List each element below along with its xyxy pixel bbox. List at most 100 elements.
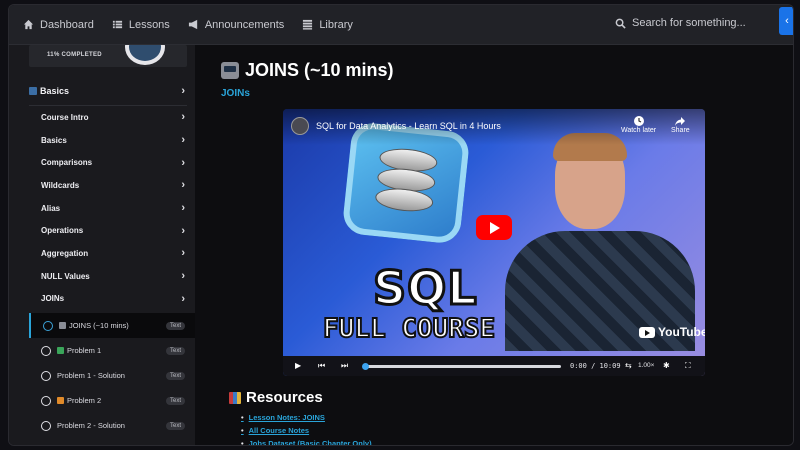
lesson-item[interactable]: Problem 2 - Solution Text — [29, 413, 195, 438]
chevron-right-icon: › — [181, 202, 185, 215]
share-label: Share — [671, 127, 690, 134]
youtube-logo[interactable]: YouTube — [639, 325, 705, 339]
lesson-type-badge: Text — [165, 371, 185, 380]
channel-avatar[interactable] — [291, 117, 309, 135]
resource-link[interactable]: Lesson Notes: JOINS — [241, 411, 372, 424]
nav-lessons[interactable]: Lessons — [112, 19, 170, 31]
list-icon — [112, 20, 122, 29]
completion-circle-icon[interactable] — [43, 320, 53, 331]
share-icon — [675, 117, 686, 126]
search-icon — [615, 18, 626, 29]
lesson-type-icon — [57, 347, 64, 354]
course-sidebar: 11% COMPLETED Basics › Course Intro › Basi… — [9, 45, 195, 445]
chevron-right-icon: › — [181, 111, 185, 124]
chapter-item-label: Operations — [41, 226, 84, 236]
skip-forward-icon[interactable]: ⏭ — [341, 361, 348, 371]
chevron-right-icon: › — [181, 292, 185, 305]
chapter-item-label: NULL Values — [41, 271, 90, 281]
chevron-right-icon: › — [181, 179, 185, 192]
chevron-left-icon: ‹ — [785, 15, 789, 27]
thumbnail-text-sql: SQL — [372, 260, 479, 317]
nav-lessons-label: Lessons — [128, 18, 170, 31]
chapter-item-label: Aggregation — [41, 248, 89, 258]
section-icon — [29, 86, 37, 95]
play-icon[interactable] — [476, 215, 512, 240]
lesson-type-badge: Text — [165, 321, 185, 330]
clock-icon — [633, 116, 644, 126]
speed-icon[interactable]: ⇆ — [625, 361, 632, 370]
chapter-link[interactable]: JOINs — [221, 88, 250, 99]
watch-later-button[interactable]: Watch later — [621, 115, 656, 134]
nav-announcements-label: Announcements — [204, 18, 285, 31]
playback-speed[interactable]: 1.00× — [638, 362, 654, 369]
lesson-item[interactable]: JOINS (~10 mins) Text — [29, 313, 195, 338]
chapter-item[interactable]: Aggregation › — [29, 242, 187, 265]
search-box[interactable]: Search for something... — [615, 17, 746, 29]
chapter-item[interactable]: JOINs › — [29, 288, 187, 311]
section-header-basics[interactable]: Basics › — [29, 76, 187, 106]
nav-library[interactable]: Library — [302, 19, 353, 31]
chapter-item-label: JOINs — [41, 294, 65, 304]
search-input[interactable]: Search for something... — [632, 17, 746, 29]
skip-back-icon[interactable]: ⏮ — [318, 361, 325, 371]
time-display: 0:00 / 10:09 — [570, 362, 621, 370]
progress-text: 11% COMPLETED — [47, 52, 102, 58]
books-icon — [229, 391, 241, 404]
lesson-list: JOINS (~10 mins) Text Problem 1 Text Problem… — [29, 313, 195, 438]
chevron-right-icon: › — [181, 247, 185, 260]
completion-circle-icon[interactable] — [41, 420, 51, 431]
video-title[interactable]: SQL for Data Analytics - Learn SQL in 4 … — [316, 121, 501, 131]
main-nav: Dashboard Lessons Announcements Library — [9, 19, 353, 31]
app-window: Dashboard Lessons Announcements Library … — [8, 4, 794, 446]
chapter-item-label: Alias — [41, 203, 61, 213]
monitor-icon — [221, 62, 239, 79]
video-player[interactable]: SQL for Data Analytics - Learn SQL in 4 … — [283, 109, 705, 376]
library-icon — [303, 19, 313, 30]
lesson-type-badge: Text — [165, 346, 185, 355]
top-nav-bar: Dashboard Lessons Announcements Library … — [9, 5, 793, 45]
lesson-label: Problem 1 - Solution — [57, 371, 125, 380]
video-controls: ▶ ⏮ ⏭ 0:00 / 10:09 ⇆ 1.00× ✱ ⛶ — [283, 356, 705, 376]
lesson-type-icon — [59, 322, 66, 329]
lesson-item[interactable]: Problem 1 Text — [29, 338, 195, 363]
collapse-sidebar-button[interactable]: ‹ — [779, 7, 793, 35]
main-content: JOINS (~10 mins) JOINs SQL for Data Anal… — [195, 45, 793, 445]
play-control-icon[interactable]: ▶ — [295, 361, 301, 370]
chapter-item[interactable]: Basics › — [29, 129, 187, 152]
seek-handle[interactable] — [362, 363, 369, 370]
progress-ring — [125, 45, 165, 65]
chevron-right-icon: › — [181, 270, 185, 283]
watch-later-label: Watch later — [621, 127, 657, 134]
resource-link[interactable]: All Course Notes — [241, 424, 372, 437]
lesson-item[interactable]: Problem 1 - Solution Text — [29, 363, 195, 388]
nav-dashboard[interactable]: Dashboard — [23, 19, 94, 31]
lesson-label: Problem 2 — [67, 396, 102, 405]
resources-title: Resources — [246, 389, 323, 406]
youtube-icon — [639, 326, 655, 338]
chapter-item[interactable]: Operations › — [29, 219, 187, 242]
nav-announcements[interactable]: Announcements — [188, 18, 285, 31]
chapter-item[interactable]: NULL Values › — [29, 265, 187, 288]
page-title-text: JOINS (~10 mins) — [245, 60, 394, 80]
lesson-label: Problem 2 - Solution — [57, 421, 125, 430]
resources-list: Lesson Notes: JOINSAll Course NotesJobs … — [241, 411, 372, 445]
lesson-type-icon — [57, 397, 64, 404]
lesson-item[interactable]: Problem 2 Text — [29, 388, 195, 413]
completion-circle-icon[interactable] — [41, 370, 51, 381]
settings-icon[interactable]: ✱ — [663, 361, 670, 370]
fullscreen-icon[interactable]: ⛶ — [685, 361, 691, 371]
progress-card: 11% COMPLETED — [29, 45, 187, 67]
section-title: Basics — [40, 85, 70, 96]
chapter-item[interactable]: Course Intro › — [29, 106, 187, 129]
nav-dashboard-label: Dashboard — [40, 18, 94, 31]
presenter-image — [495, 131, 695, 351]
chapter-item[interactable]: Alias › — [29, 197, 187, 220]
chevron-right-icon: › — [181, 134, 185, 147]
completion-circle-icon[interactable] — [41, 345, 51, 356]
share-button[interactable]: Share — [671, 115, 690, 134]
chapter-item[interactable]: Wildcards › — [29, 174, 187, 197]
seek-bar[interactable] — [362, 363, 561, 370]
completion-circle-icon[interactable] — [41, 395, 51, 406]
chapter-item[interactable]: Comparisons › — [29, 151, 187, 174]
resource-link[interactable]: Jobs Dataset (Basic Chapter Only) — [241, 437, 372, 445]
